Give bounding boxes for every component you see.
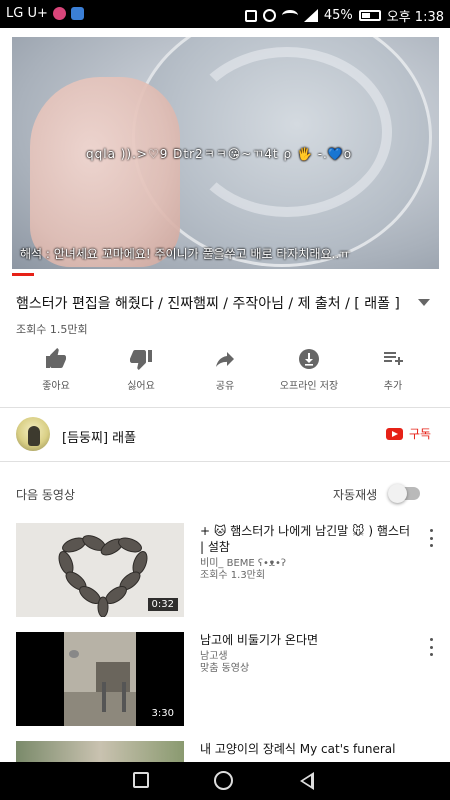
video-frame-hand [30, 77, 180, 267]
list-item[interactable]: 내 고양이의 장례식 My cat's funeral [0, 741, 450, 762]
youtube-logo-icon [386, 427, 403, 440]
subscribe-label: 구독 [409, 427, 432, 441]
save-offline-label: 오프라인 저장 [279, 381, 339, 392]
download-icon [297, 345, 321, 373]
back-icon[interactable] [300, 772, 314, 790]
app-notification-icon [52, 7, 66, 20]
add-to-playlist-icon [381, 345, 405, 373]
video-duration: 0:32 [147, 598, 178, 611]
channel-row[interactable]: [듬둥찌] 래폴 구독 [0, 409, 450, 461]
add-to-playlist-label: 추가 [383, 381, 403, 392]
up-next-label: 다음 동영상 [16, 488, 76, 502]
subscribe-button[interactable]: 구독 [386, 425, 431, 442]
video-title[interactable]: 햄스터가 편집을 해줬다 / 진짜햄찌 / 주작아님 / 제 출처 / [ 래폴… [16, 293, 400, 313]
avatar[interactable] [16, 417, 50, 451]
video-progress-bar[interactable] [12, 273, 34, 276]
home-icon[interactable] [214, 771, 233, 790]
video-player[interactable]: qqla )).>♡9 Dtr2ㅋㅋ😘~ㄲ4t ρ 🖐️ -.💙o 해석 : 안… [12, 37, 439, 269]
more-options-icon[interactable] [428, 529, 434, 547]
wifi-icon [281, 10, 298, 21]
battery-percent: 45% [323, 8, 353, 23]
clock: 오후 1:38 [386, 10, 444, 25]
video-item-title[interactable]: + 🐱 햄스터가 나에게 남긴말 🐭 ) 햄스터 | 설참 [200, 523, 412, 555]
battery-icon [358, 10, 381, 21]
video-item-views: 맞춤 동영상 [200, 663, 250, 674]
gallery-notification-icon [70, 7, 84, 20]
share-label: 공유 [215, 381, 235, 392]
save-offline-button[interactable]: 오프라인 저장 [264, 345, 354, 400]
divider [0, 461, 450, 462]
video-frame-slime [182, 47, 392, 217]
view-count: 조회수 1.5만회 [16, 323, 88, 336]
share-icon [213, 345, 237, 373]
list-item[interactable]: 0:32 + 🐱 햄스터가 나에게 남긴말 🐭 ) 햄스터 | 설참 비미_ B… [0, 523, 450, 617]
like-label: 좋아요 [42, 381, 70, 392]
signal-icon [303, 9, 318, 22]
list-item[interactable]: 3:30 남고에 비둘기가 온다면 남고생 맞춤 동영상 [0, 632, 450, 726]
recent-apps-icon[interactable] [133, 772, 149, 788]
thumb-down-icon [129, 345, 153, 373]
video-item-title[interactable]: 내 고양이의 장례식 My cat's funeral [200, 741, 412, 757]
dislike-button[interactable]: 싫어요 [96, 345, 186, 400]
like-button[interactable]: 좋아요 [11, 345, 101, 400]
autoplay-label: 자동재생 [333, 488, 378, 502]
expand-description-icon[interactable] [418, 299, 430, 306]
status-bar: LG U+ 45% 오후 1:38 [0, 0, 450, 28]
video-caption-bottom: 해석 : 안녀세요 꼬마에요! 주이니가 풀을쑤고 배로 타자치래요..ㅠ [20, 247, 351, 261]
channel-name[interactable]: [듬둥찌] 래폴 [62, 427, 136, 446]
share-button[interactable]: 공유 [180, 345, 270, 400]
more-options-icon[interactable] [428, 638, 434, 656]
dislike-label: 싫어요 [127, 381, 155, 392]
carrier-label: LG U+ [6, 6, 48, 21]
action-row: 좋아요 싫어요 공유 오프라인 저장 추가 [0, 345, 450, 400]
video-thumbnail[interactable] [16, 741, 184, 762]
video-duration: 3:30 [147, 707, 178, 720]
video-item-title[interactable]: 남고에 비둘기가 온다면 [200, 632, 412, 648]
video-item-views: 조회수 1.3만회 [200, 570, 266, 581]
system-nav-bar [0, 762, 450, 800]
video-thumbnail[interactable]: 3:30 [16, 632, 184, 726]
add-to-playlist-button[interactable]: 추가 [348, 345, 438, 400]
mute-icon [244, 9, 257, 22]
divider [0, 407, 450, 408]
autoplay-toggle[interactable] [388, 484, 420, 503]
video-thumbnail[interactable]: 0:32 [16, 523, 184, 617]
alarm-icon [262, 9, 276, 22]
video-caption-top: qqla )).>♡9 Dtr2ㅋㅋ😘~ㄲ4t ρ 🖐️ -.💙o [86, 147, 353, 161]
thumb-up-icon [44, 345, 68, 373]
